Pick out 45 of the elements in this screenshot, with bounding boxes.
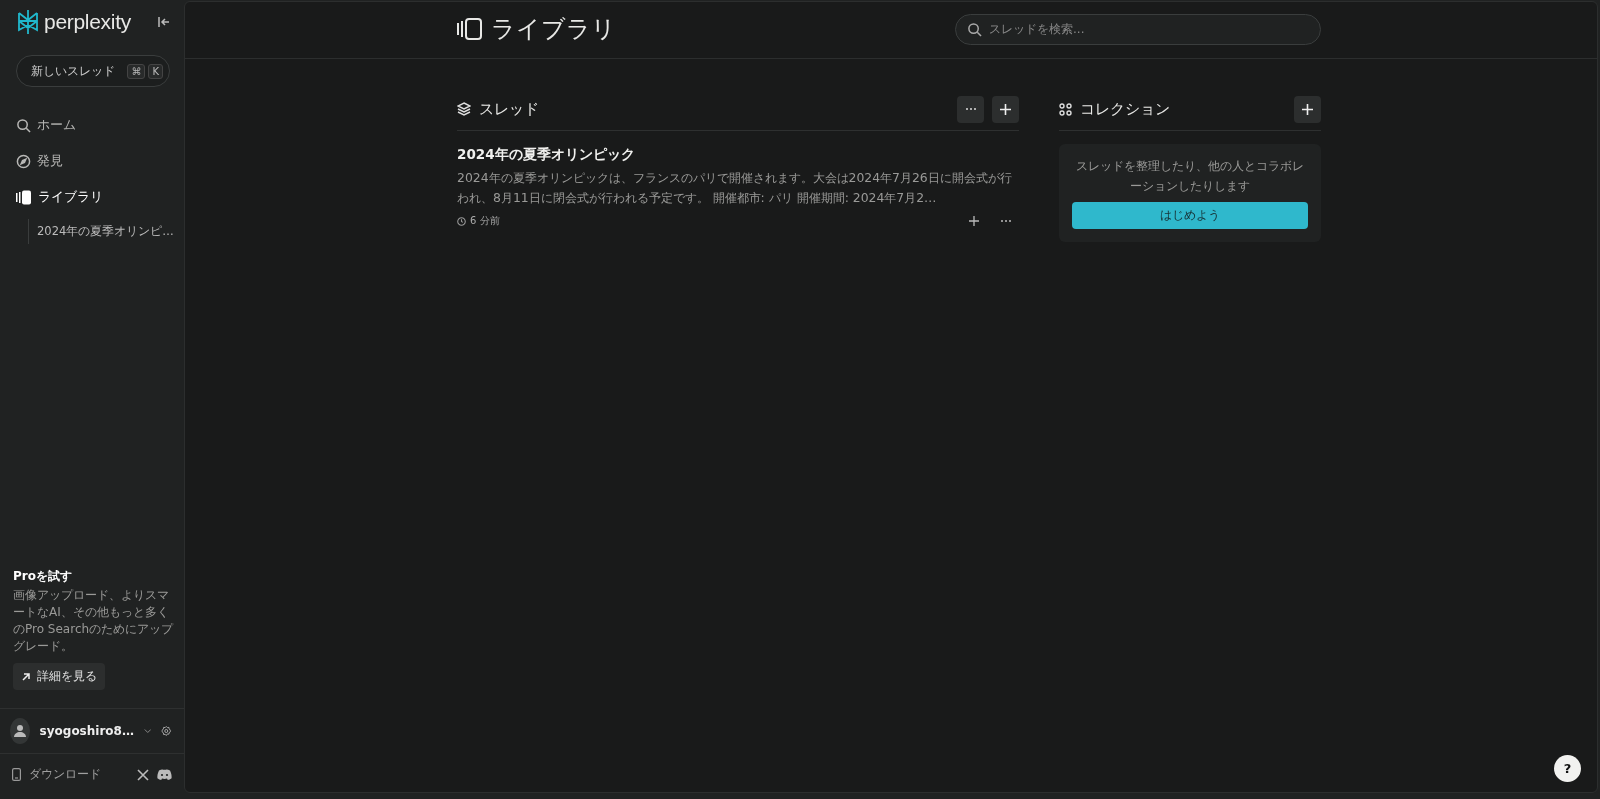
- shortcut-key: ⌘: [127, 63, 146, 79]
- plus-icon: [1302, 103, 1313, 115]
- section-title: コレクション: [1080, 99, 1170, 119]
- download-link[interactable]: ダウンロード: [29, 766, 101, 783]
- nav-item[interactable]: ホーム: [16, 107, 184, 143]
- nav-item[interactable]: 発見: [16, 143, 184, 179]
- thread-title[interactable]: 2024年の夏季オリンピック: [457, 146, 635, 162]
- help-button[interactable]: ?: [1554, 755, 1581, 782]
- shortcut-key: K: [148, 63, 163, 79]
- section-title: スレッド: [479, 99, 539, 119]
- add-icon[interactable]: [969, 216, 979, 226]
- thread-snippet: 2024年の夏季オリンピックは、フランスのパリで開催されます。大会は2024年7月26日に開会式が行われ、8月11日に閉会式が行われる予定です。 開催都市: パリ 開催期間: 2024年7月2…: [457, 169, 1013, 207]
- discord-logo-icon[interactable]: [157, 769, 172, 780]
- x-logo-icon[interactable]: [137, 768, 149, 781]
- recent-thread-link[interactable]: 2024年の夏季オリンピ…: [37, 219, 184, 244]
- learn-more-button[interactable]: 詳細を見る: [13, 663, 105, 690]
- layers-icon: [457, 102, 471, 116]
- logo-text: perplexity: [44, 10, 131, 34]
- empty-message: スレッドを整理したり、他の人とコラボレーションしたりします: [1075, 157, 1305, 195]
- settings-icon[interactable]: [161, 724, 172, 738]
- logo-icon: [16, 9, 40, 35]
- arrow-up-right-icon: [21, 671, 31, 682]
- search-icon: [967, 21, 982, 37]
- page-title: ライブラリ: [491, 14, 616, 45]
- pro-description: 画像アップロード、よりスマートなAI、その他もっと多くのPro Searchのためにアップグレード。: [13, 587, 175, 655]
- get-started-button[interactable]: はじめよう: [1072, 202, 1308, 229]
- thread-time: 6 分前: [470, 214, 500, 228]
- add-button[interactable]: [992, 95, 1019, 123]
- nav-item[interactable]: ライブラリ: [16, 179, 184, 215]
- username[interactable]: syogoshiro8…: [39, 724, 134, 738]
- new-thread-button[interactable]: 新しいスレッド ⌘ K: [16, 55, 170, 87]
- library-icon: [457, 18, 483, 40]
- add-button[interactable]: [1294, 95, 1321, 123]
- grid-icon: [1059, 102, 1072, 116]
- clock-icon: [457, 216, 466, 226]
- compass-icon: [16, 153, 31, 169]
- chevron-down-icon[interactable]: [143, 728, 152, 734]
- library-icon: [16, 189, 32, 205]
- avatar[interactable]: [10, 718, 30, 744]
- pro-title: Proを試す: [13, 568, 73, 585]
- phone-icon: [12, 768, 21, 781]
- search-icon: [16, 117, 31, 133]
- search-field[interactable]: スレッドを検索...: [955, 13, 1321, 45]
- plus-icon: [1000, 103, 1011, 115]
- collapse-icon[interactable]: [158, 17, 170, 27]
